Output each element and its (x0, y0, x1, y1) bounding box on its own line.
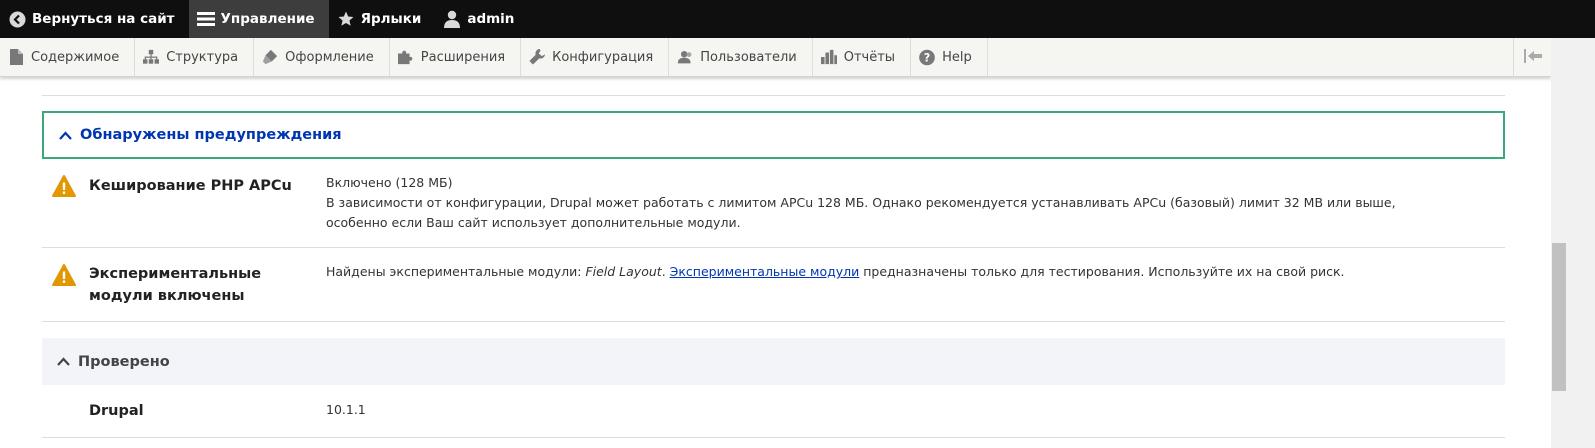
tray-item-appearance[interactable]: Оформление (254, 38, 390, 76)
star-icon (337, 10, 355, 28)
file-icon (8, 49, 24, 65)
collapse-icon (1523, 48, 1542, 67)
admin-tray: Содержимое Структура Оформление Расширен… (0, 38, 1551, 77)
chevron-up-icon (58, 128, 72, 142)
tray-item-label: Структура (166, 49, 239, 65)
tray-item-label: Содержимое (31, 49, 120, 65)
divider (42, 95, 1505, 96)
back-to-site-label: Вернуться на сайт (32, 11, 175, 27)
tray-item-label: Отчёты (843, 49, 896, 65)
manage-label: Управление (220, 11, 315, 27)
svg-text:?: ? (924, 51, 931, 64)
bar-chart-icon (820, 49, 837, 65)
status-label: Drupal (89, 403, 144, 419)
warning-icon (52, 264, 76, 286)
tray-item-label: Оформление (285, 49, 374, 65)
status-row-experimental: Экспериментальные модули включены Найден… (42, 248, 1505, 322)
chevron-up-icon (56, 355, 70, 369)
tray-item-structure[interactable]: Структура (135, 38, 255, 76)
warnings-title: Обнаружены предупреждения (80, 127, 342, 143)
tray-item-help[interactable]: ? Help (911, 38, 988, 76)
status-label: Экспериментальные модули включены (89, 266, 262, 304)
status-row-apcu: Кеширование PHP APCu Включено (128 МБ) В… (42, 159, 1505, 248)
status-value: 10.1.1 (326, 402, 366, 417)
warning-icon (52, 175, 76, 197)
manage-tab[interactable]: Управление (188, 0, 329, 38)
status-value: Найдены экспериментальные модули: Field … (326, 262, 1456, 282)
tray-item-label: Конфигурация (552, 49, 654, 65)
tray-item-label: Help (942, 49, 972, 65)
scrollbar-thumb[interactable] (1552, 243, 1566, 391)
tray-item-people[interactable]: Пользователи (669, 38, 813, 76)
tray-item-label: Расширения (420, 49, 506, 65)
tray-item-config[interactable]: Конфигурация (521, 38, 670, 76)
status-label: Кеширование PHP APCu (89, 178, 292, 194)
hamburger-icon (196, 10, 215, 28)
checked-title: Проверено (78, 353, 170, 370)
tray-item-extend[interactable]: Расширения (390, 38, 522, 76)
checked-section-toggle[interactable]: Проверено (42, 338, 1505, 385)
sitemap-icon (143, 49, 160, 65)
user-tab[interactable]: admin (435, 0, 528, 38)
tray-item-content[interactable]: Содержимое (0, 38, 136, 76)
warnings-section-toggle[interactable]: Обнаружены предупреждения (42, 111, 1505, 159)
user-label: admin (467, 11, 515, 27)
status-text: Найдены экспериментальные модули: (326, 264, 586, 279)
puzzle-icon (397, 49, 414, 65)
experimental-modules-link[interactable]: Экспериментальные модули (670, 264, 860, 279)
help-icon: ? (919, 49, 935, 65)
status-text: . (661, 264, 670, 279)
status-description: В зависимости от конфигурации, Drupal мо… (326, 195, 1396, 230)
tray-orientation-toggle[interactable] (1513, 38, 1551, 77)
module-name: Field Layout (585, 264, 662, 279)
status-value-main: Включено (128 МБ) (326, 175, 453, 190)
wrench-icon (529, 49, 546, 65)
status-row-drupal: Drupal 10.1.1 (42, 385, 1505, 438)
shortcuts-tab[interactable]: Ярлыки (329, 0, 436, 38)
people-icon (677, 49, 693, 65)
status-text: предназначены только для тестирования. И… (859, 264, 1345, 279)
shortcuts-label: Ярлыки (360, 11, 422, 27)
user-icon (443, 10, 461, 28)
tray-item-label: Пользователи (700, 49, 797, 65)
back-arrow-icon (8, 10, 26, 28)
status-value: Включено (128 МБ) В зависимости от конфи… (326, 173, 1456, 233)
tray-item-reports[interactable]: Отчёты (813, 38, 912, 76)
back-to-site-link[interactable]: Вернуться на сайт (0, 0, 189, 38)
admin-toolbar: Вернуться на сайт Управление Ярлыки admi… (0, 0, 1595, 38)
paintbrush-icon (262, 49, 278, 65)
